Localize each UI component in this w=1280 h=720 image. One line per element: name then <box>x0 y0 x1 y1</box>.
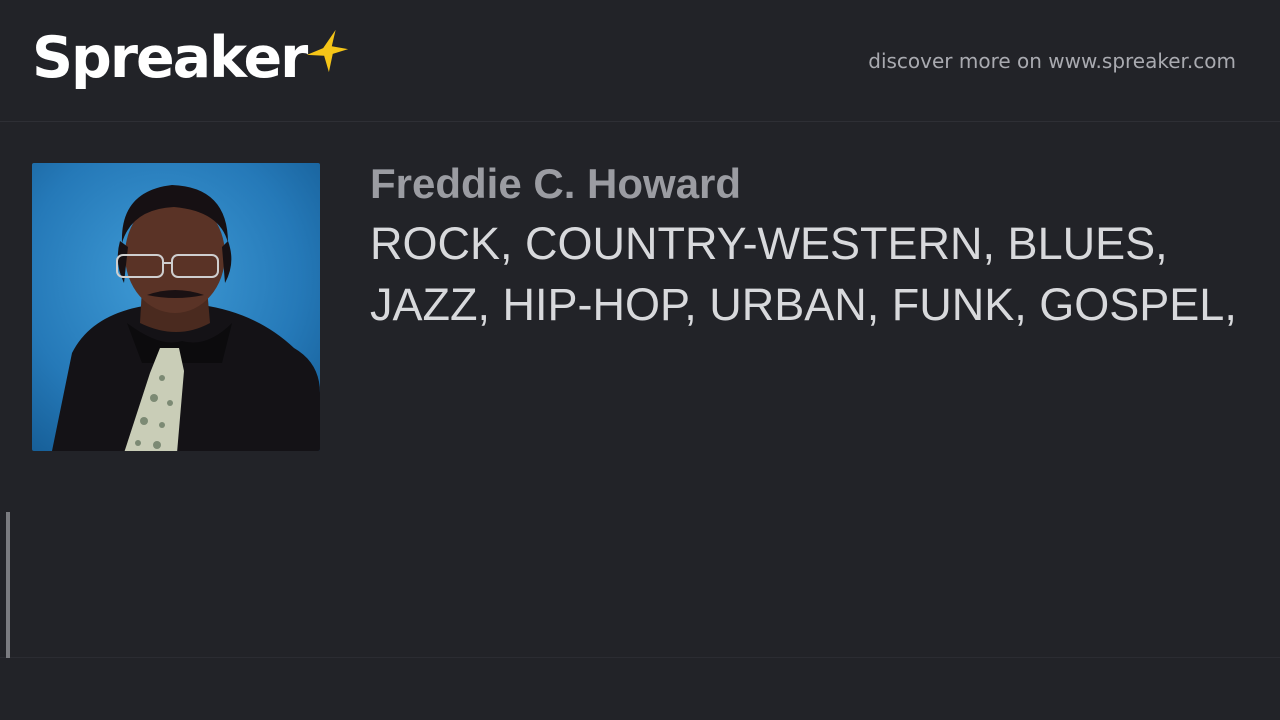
cover-image <box>32 163 320 451</box>
discover-more-link[interactable]: discover more on www.spreaker.com <box>868 46 1236 76</box>
playhead <box>6 512 10 658</box>
progress-track <box>0 657 1280 658</box>
video-frame: Spreaker discover more on www.spreaker.c… <box>0 0 1280 720</box>
star-icon <box>307 29 349 73</box>
spreaker-logo[interactable]: Spreaker <box>32 24 350 100</box>
header: Spreaker discover more on www.spreaker.c… <box>0 0 1280 122</box>
episode-author: Freddie C. Howard <box>370 160 742 207</box>
episode-title: ROCK, COUNTRY-WESTERN, BLUES, JAZZ, HIP-… <box>370 218 1237 330</box>
logo-text: Spreaker <box>32 25 308 91</box>
